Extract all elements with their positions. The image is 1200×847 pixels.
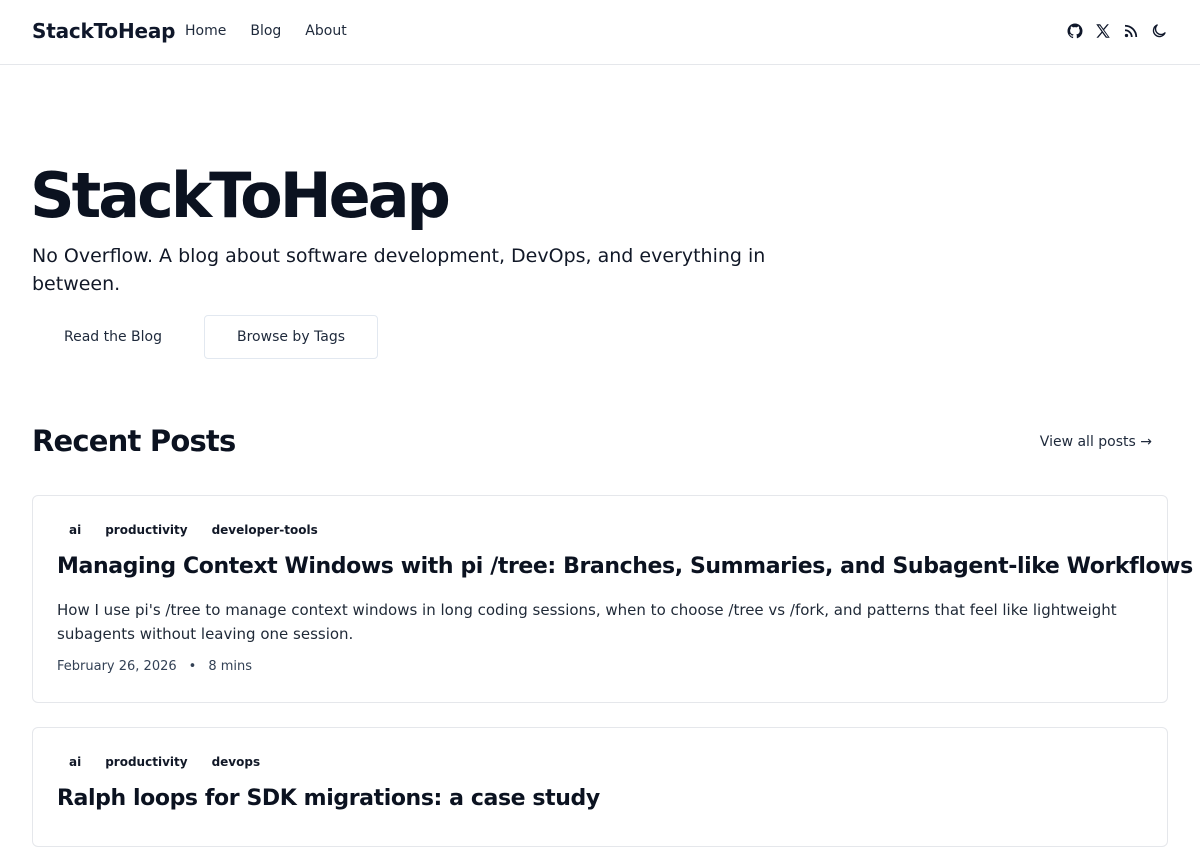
- post-title[interactable]: Managing Context Windows with pi /tree: …: [57, 554, 1193, 579]
- tag-link[interactable]: devops: [200, 755, 273, 769]
- post-description: How I use pi's /tree to manage context w…: [57, 601, 1117, 643]
- site-brand[interactable]: StackToHeap: [32, 19, 175, 43]
- post-date: February 26, 2026: [57, 659, 177, 674]
- site-header: StackToHeap Home Blog About: [0, 0, 1200, 65]
- meta-separator: •: [188, 659, 197, 674]
- moon-icon[interactable]: [1150, 22, 1168, 40]
- post-read-time: 8 mins: [208, 659, 253, 674]
- main-nav: Home Blog About: [185, 23, 347, 39]
- post-card[interactable]: ai productivity developer-tools Managing…: [32, 495, 1193, 703]
- github-icon[interactable]: [1066, 22, 1084, 40]
- tag-link[interactable]: developer-tools: [200, 523, 330, 537]
- browse-tags-button[interactable]: Browse by Tags: [204, 315, 379, 359]
- post-tags: ai productivity devops: [57, 755, 272, 769]
- tag-link[interactable]: ai: [57, 523, 93, 537]
- nav-blog[interactable]: Blog: [250, 23, 281, 39]
- x-icon[interactable]: [1094, 22, 1112, 40]
- rss-icon[interactable]: [1122, 22, 1140, 40]
- post-tags: ai productivity developer-tools: [57, 523, 330, 537]
- nav-home[interactable]: Home: [185, 23, 226, 39]
- post-card[interactable]: ai productivity devops Ralph loops for S…: [32, 727, 1168, 847]
- post-title[interactable]: Ralph loops for SDK migrations: a case s…: [57, 786, 1157, 811]
- post-meta: February 26, 2026 • 8 mins: [57, 659, 252, 674]
- header-icons: [1066, 22, 1168, 40]
- nav-about[interactable]: About: [305, 23, 346, 39]
- read-blog-button[interactable]: Read the Blog: [32, 316, 194, 358]
- tag-link[interactable]: productivity: [93, 755, 199, 769]
- view-all-posts-link[interactable]: View all posts →: [1040, 434, 1152, 450]
- hero-subtitle: No Overflow. A blog about software devel…: [32, 245, 766, 295]
- hero-title: StackToHeap: [30, 159, 451, 232]
- tag-link[interactable]: productivity: [93, 523, 199, 537]
- tag-link[interactable]: ai: [57, 755, 93, 769]
- recent-posts-heading: Recent Posts: [32, 424, 236, 458]
